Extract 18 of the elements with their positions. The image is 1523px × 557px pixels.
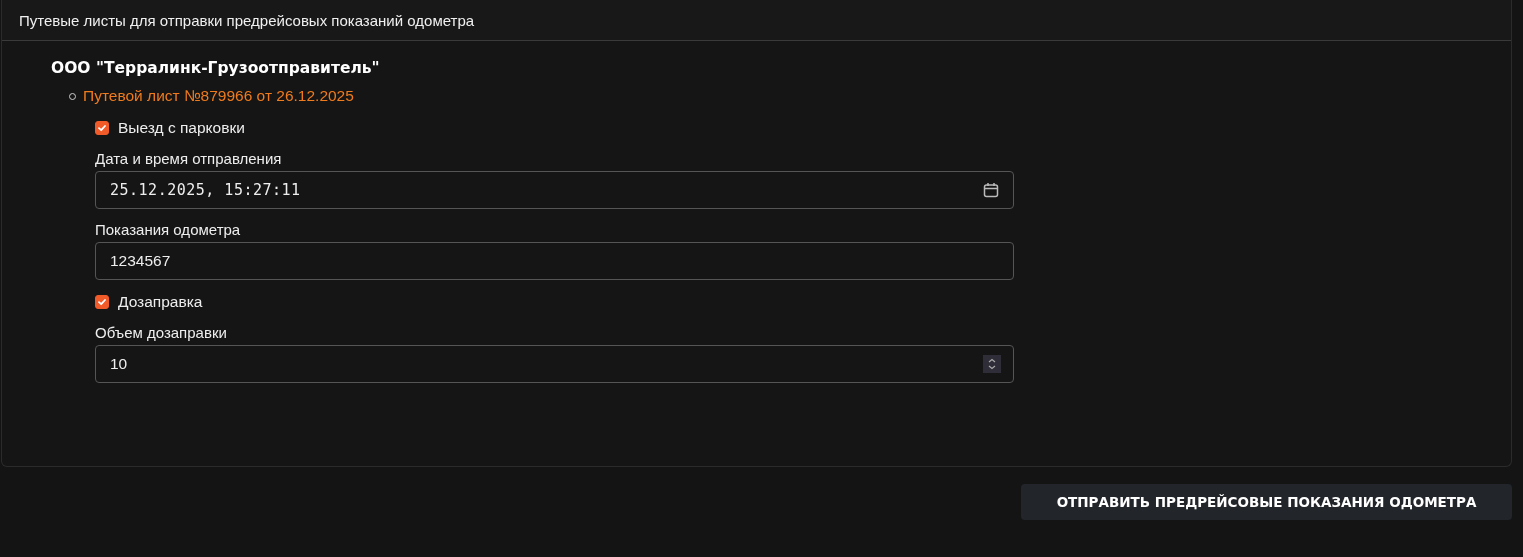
- company-name: ООО "Терралинк-Грузоотправитель": [51, 59, 380, 77]
- field-label: Объем дозаправки: [95, 324, 227, 341]
- field-label: Дата и время отправления: [95, 150, 282, 167]
- number-field[interactable]: 10: [95, 345, 1014, 383]
- input-field[interactable]: 1234567: [95, 242, 1014, 280]
- check-icon: [97, 297, 107, 307]
- checkbox-label: Дозаправка: [118, 293, 203, 311]
- panel-title: Путевые листы для отправки предрейсовых показаний одометра: [19, 11, 475, 29]
- submit-button[interactable]: ОТПРАВИТЬ ПРЕДРЕЙСОВЫЕ ПОКАЗАНИЯ ОДОМЕТРА: [1021, 484, 1512, 520]
- field-label: Показания одометра: [95, 221, 241, 238]
- checkbox-label: Выезд с парковки: [118, 119, 245, 137]
- waybill-link[interactable]: Путевой лист №879966 от 26.12.2025: [83, 87, 354, 105]
- checkbox[interactable]: [95, 295, 109, 309]
- spinner-icon[interactable]: [983, 355, 1001, 373]
- calendar-icon[interactable]: [983, 182, 999, 198]
- checkbox[interactable]: [95, 121, 109, 135]
- datetime-field[interactable]: 25.12.2025, 15:27:11: [95, 171, 1014, 209]
- check-icon: [97, 123, 107, 133]
